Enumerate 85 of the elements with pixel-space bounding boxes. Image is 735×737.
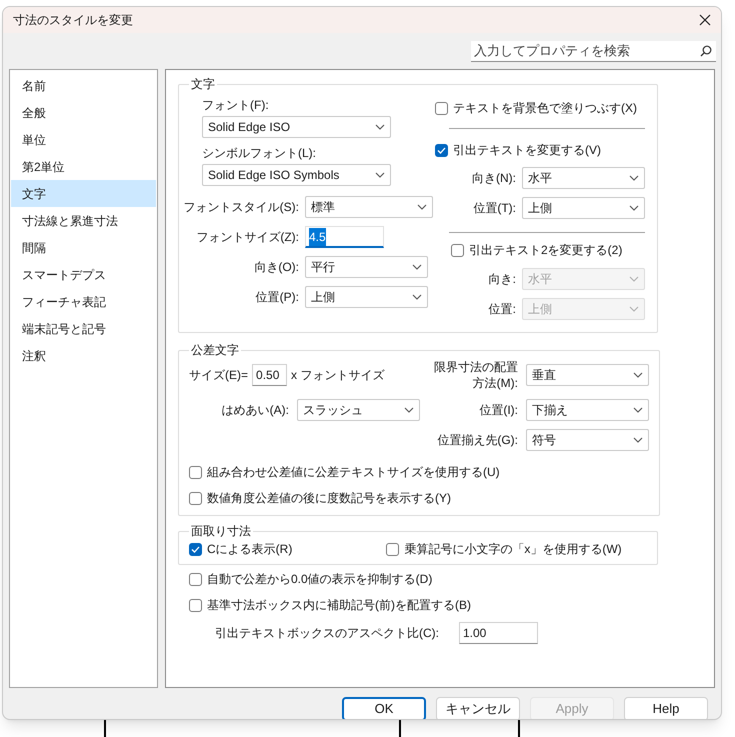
sidebar-item[interactable]: 端末記号と記号 (11, 315, 156, 342)
field-label: 位置(I): (479, 402, 518, 419)
input-field[interactable]: 0.50 (252, 364, 288, 386)
chevron-down-icon (404, 407, 414, 413)
group-title: 面取り寸法 (190, 523, 252, 540)
checkbox[interactable] (435, 102, 448, 114)
checkbox-label: 乗算記号に小文字の「x」を使用する(W) (404, 541, 622, 558)
checkbox-label: 引出テキストを変更する(V) (453, 142, 601, 159)
chevron-down-icon (412, 294, 422, 300)
chevron-down-icon (633, 437, 643, 443)
search-field[interactable]: 入力してプロパティを検索 (471, 40, 716, 62)
dropdown[interactable]: Solid Edge ISO Symbols (202, 164, 391, 186)
checkbox[interactable] (451, 244, 464, 256)
field-label: 引出テキストボックスのアスペクト比(C): (215, 625, 439, 642)
chevron-down-icon (629, 306, 639, 312)
checkbox-label: 組み合わせ公差値に公差テキストサイズを使用する(U) (207, 464, 500, 481)
field-label: 位置(T): (473, 200, 516, 217)
dropdown[interactable]: 下揃え (526, 399, 649, 421)
sidebar-item[interactable]: 間隔 (11, 234, 156, 261)
input-field[interactable]: 4.5 (305, 226, 384, 248)
field-label: 位置(P): (256, 289, 299, 306)
dropdown[interactable]: 水平 (522, 167, 645, 189)
sidebar-item[interactable]: 文字 (11, 180, 156, 207)
field-label: 向き(O): (254, 259, 299, 276)
chevron-down-icon (412, 264, 422, 270)
chevron-down-icon (629, 276, 639, 282)
window-title: 寸法のスタイルを変更 (13, 12, 133, 29)
field-suffix: x フォントサイズ (291, 367, 384, 384)
check-icon (191, 546, 200, 552)
field-label: 向き: (488, 271, 516, 288)
dropdown[interactable]: スラッシュ (297, 399, 420, 421)
dialog-button[interactable]: キャンセル (436, 697, 520, 719)
dropdown[interactable]: 垂直 (526, 364, 649, 386)
chevron-down-icon (633, 372, 643, 378)
chevron-down-icon (629, 205, 639, 211)
dropdown[interactable]: 上側 (522, 197, 645, 219)
close-icon[interactable] (699, 14, 711, 26)
field-label: フォント(F): (202, 97, 270, 114)
field-label: 向き(N): (472, 170, 516, 187)
chevron-down-icon (417, 204, 427, 210)
sidebar-item[interactable]: 名前 (11, 72, 156, 99)
check-icon (437, 146, 446, 154)
checkbox[interactable] (386, 542, 400, 556)
dropdown[interactable]: 符号 (526, 429, 649, 451)
checkbox[interactable] (189, 572, 202, 586)
checkbox-label: 自動で公差から0.0値の表示を抑制する(D) (207, 571, 432, 588)
checkbox-label: テキストを背景色で塗りつぶす(X) (453, 100, 637, 117)
input-field[interactable]: 1.00 (459, 622, 538, 644)
search-icon (700, 44, 712, 56)
field-label: シンボルフォント(L): (202, 145, 317, 162)
field-label: フォントスタイル(S): (184, 199, 299, 216)
dialog-button[interactable]: OK (342, 697, 426, 719)
dialog-button[interactable]: Help (624, 697, 708, 719)
checkbox[interactable] (189, 598, 202, 612)
dropdown[interactable]: 上側 (305, 286, 428, 308)
chevron-down-icon (375, 172, 385, 178)
checkbox[interactable] (189, 466, 202, 478)
chevron-down-icon (375, 124, 385, 130)
checkbox-label: 引出テキスト2を変更する(2) (469, 242, 622, 259)
checkbox-label: 数値角度公差値の後に度数記号を表示する(Y) (207, 490, 451, 507)
dropdown[interactable]: 標準 (305, 196, 433, 218)
field-label: 限界寸法の配置方法(M): (433, 359, 518, 391)
sidebar-item[interactable]: 注釈 (11, 342, 156, 369)
dropdown[interactable]: 平行 (305, 256, 428, 278)
checkbox[interactable] (189, 542, 202, 556)
checkbox[interactable] (189, 492, 202, 504)
checkbox[interactable] (435, 144, 448, 156)
sidebar-item[interactable]: フィーチャ表記 (11, 288, 156, 315)
group-title: 公差文字 (190, 342, 240, 359)
chevron-down-icon (633, 407, 643, 413)
checkbox-label: 基準寸法ボックス内に補助記号(前)を配置する(B) (207, 597, 471, 614)
sidebar-item[interactable]: 単位 (11, 126, 156, 153)
field-label: フォントサイズ(Z): (196, 229, 299, 246)
sidebar-item[interactable]: 寸法線と累進寸法 (11, 207, 156, 234)
field-label: 位置揃え先(G): (437, 432, 518, 449)
sidebar-item[interactable]: 第2単位 (11, 153, 156, 180)
field-label: サイズ(E)= (189, 367, 248, 384)
sidebar-item[interactable]: 全般 (11, 99, 156, 126)
checkbox-label: Cによる表示(R) (207, 541, 292, 558)
dropdown[interactable]: Solid Edge ISO (202, 116, 391, 138)
chevron-down-icon (629, 175, 639, 181)
field-label: はめあい(A): (222, 402, 289, 419)
field-label: 位置: (488, 301, 516, 318)
sidebar-item[interactable]: スマートデプス (11, 261, 156, 288)
group-title: 文字 (190, 76, 216, 93)
